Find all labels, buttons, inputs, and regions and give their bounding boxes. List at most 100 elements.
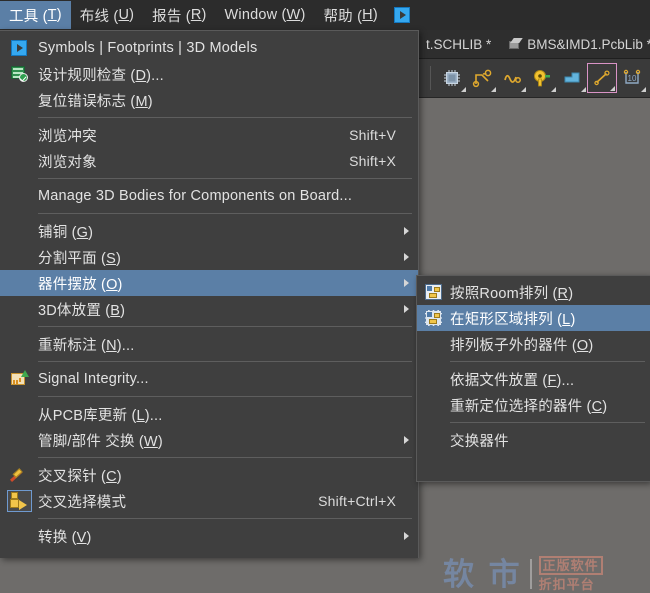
signal-integrity-icon xyxy=(11,371,28,387)
arrange-rect-icon xyxy=(425,310,442,326)
menu-item-label: 管脚/部件 交换 (W) xyxy=(38,430,418,451)
menu-item-label: 3D体放置 (B) xyxy=(38,299,418,320)
dropdown-corner-marker xyxy=(610,86,615,91)
menu-separator xyxy=(38,178,412,179)
menubar-item-tools[interactable]: 工具 (T) xyxy=(0,1,71,29)
dropdown-corner-marker xyxy=(461,87,466,92)
place-differential-pair-icon[interactable] xyxy=(497,63,527,93)
application-root: 软 市 正版软件 折扣平台 xyxy=(0,0,650,558)
menu-separator xyxy=(450,422,645,423)
menubar-item-route[interactable]: 布线 (U) xyxy=(71,1,143,29)
menu-item-label: 分割平面 (S) xyxy=(38,247,418,268)
menu-item-signal-integrity[interactable]: Signal Integrity... xyxy=(0,366,418,392)
menu-item-icon-slot xyxy=(0,148,38,174)
menu-item-3d-body-placement[interactable]: 3D体放置 (B) xyxy=(0,296,418,322)
menu-item-pin-part-swapping[interactable]: 管脚/部件 交换 (W) xyxy=(0,427,418,453)
menu-separator xyxy=(38,117,412,118)
place-component-icon[interactable] xyxy=(437,63,467,93)
menu-item-component-placement[interactable]: 器件摆放 (O) xyxy=(0,270,418,296)
place-pad-icon[interactable] xyxy=(527,63,557,93)
menubar: 工具 (T) 布线 (U) 报告 (R) Window (W) 帮助 (H) xyxy=(0,0,650,30)
menu-item-convert[interactable]: 转换 (V) xyxy=(0,523,418,549)
menu-item-icon-slot xyxy=(0,296,38,322)
place-dimension-icon[interactable]: 10 xyxy=(617,63,647,93)
menu-item-icon-slot xyxy=(417,331,450,357)
chevron-right-icon xyxy=(404,253,409,261)
menu-item-label: 器件摆放 (O) xyxy=(38,273,418,294)
menu-item-shortcut: Shift+Ctrl+X xyxy=(318,493,396,509)
menu-item-label: 交换器件 xyxy=(450,430,650,451)
watermark-divider xyxy=(530,559,532,589)
menu-item-icon-slot xyxy=(0,270,38,296)
menu-item-browse-violations[interactable]: 浏览冲突 Shift+V xyxy=(0,122,418,148)
menubar-item-mnemonic: R xyxy=(191,7,202,23)
submenu-item-arrange-outside-board[interactable]: 排列板子外的器件 (O) xyxy=(417,331,650,357)
menu-item-icon-slot xyxy=(0,35,38,61)
play-box-icon xyxy=(11,40,27,56)
submenu-item-place-from-file[interactable]: 依据文件放置 (F)... xyxy=(417,366,650,392)
submenu-item-reposition-selected-components[interactable]: 重新定位选择的器件 (C) xyxy=(417,392,650,418)
document-tab-schlib[interactable]: t.SCHLIB * xyxy=(418,30,499,59)
menubar-item-mnemonic: H xyxy=(362,7,373,23)
menu-item-manage-3d-bodies[interactable]: Manage 3D Bodies for Components on Board… xyxy=(0,183,418,209)
component-placement-submenu: 按照Room排列 (R) 在矩形区域排列 (L) 排列板子外的器件 (O) 依据… xyxy=(416,275,650,482)
menu-item-label: Symbols | Footprints | 3D Models xyxy=(38,40,418,56)
menubar-overflow-button[interactable] xyxy=(391,5,413,25)
document-tab-label: t.SCHLIB * xyxy=(426,37,491,52)
watermark: 软 市 正版软件 折扣平台 xyxy=(443,556,603,593)
menu-item-icon-slot xyxy=(417,366,450,392)
chevron-right-icon xyxy=(404,305,409,313)
menu-item-symbols-footprints-3d-models[interactable]: Symbols | Footprints | 3D Models xyxy=(0,35,418,61)
place-line-icon[interactable] xyxy=(587,63,617,93)
chevron-right-icon xyxy=(404,279,409,287)
menu-item-icon-slot xyxy=(0,401,38,427)
menu-item-label: 重新标注 (N)... xyxy=(38,334,418,355)
menubar-item-text: Window ( xyxy=(225,7,287,23)
menu-item-icon-slot xyxy=(0,87,38,113)
submenu-item-swap-components[interactable]: 交换器件 xyxy=(417,427,650,453)
submenu-item-arrange-within-room[interactable]: 按照Room排列 (R) xyxy=(417,279,650,305)
chevron-right-icon xyxy=(404,227,409,235)
menu-item-icon-slot xyxy=(0,122,38,148)
document-tab-pcblib[interactable]: BMS&IMD1.PcbLib * xyxy=(499,30,650,59)
menubar-item-mnemonic: W xyxy=(287,7,301,23)
menu-separator xyxy=(38,326,412,327)
menu-item-cross-probe[interactable]: 交叉探针 (C) xyxy=(0,462,418,488)
menu-item-icon-slot xyxy=(0,366,38,392)
menu-item-split-planes[interactable]: 分割平面 (S) xyxy=(0,244,418,270)
menu-item-cross-select-mode[interactable]: 交叉选择模式 Shift+Ctrl+X xyxy=(0,488,418,514)
menubar-item-window[interactable]: Window (W) xyxy=(216,1,315,29)
menu-item-label: 交叉选择模式 xyxy=(38,491,318,512)
dropdown-corner-marker xyxy=(491,87,496,92)
menu-item-label: 复位错误标志 (M) xyxy=(38,90,418,111)
menu-separator xyxy=(38,518,412,519)
menu-item-label: Signal Integrity... xyxy=(38,371,418,387)
menu-item-reset-error-markers[interactable]: 复位错误标志 (M) xyxy=(0,87,418,113)
menu-item-icon-slot xyxy=(0,183,38,209)
menubar-item-text: 工具 ( xyxy=(9,5,48,26)
menubar-item-help[interactable]: 帮助 (H) xyxy=(314,1,386,29)
menubar-item-mnemonic: T xyxy=(48,7,57,23)
menu-item-re-annotate[interactable]: 重新标注 (N)... xyxy=(0,331,418,357)
menu-item-label: 在矩形区域排列 (L) xyxy=(450,308,650,329)
cross-select-icon-frame xyxy=(7,490,32,512)
menubar-item-text: 布线 ( xyxy=(80,5,119,26)
place-interactive-route-icon[interactable] xyxy=(467,63,497,93)
menu-item-label: 按照Room排列 (R) xyxy=(450,282,650,303)
menubar-item-text: 报告 ( xyxy=(152,5,191,26)
menu-item-polygon-pours[interactable]: 铺铜 (G) xyxy=(0,218,418,244)
menu-item-shortcut: Shift+V xyxy=(349,127,396,143)
menu-item-label: 转换 (V) xyxy=(38,526,418,547)
play-box-icon xyxy=(394,7,410,23)
menu-item-update-from-pcb-library[interactable]: 从PCB库更新 (L)... xyxy=(0,401,418,427)
place-polygon-icon[interactable] xyxy=(557,63,587,93)
menubar-item-tail: ) xyxy=(201,7,206,23)
menu-item-design-rule-check[interactable]: 设计规则检查 (D)... xyxy=(0,61,418,87)
menubar-item-reports[interactable]: 报告 (R) xyxy=(143,1,215,29)
menubar-item-tail: ) xyxy=(129,7,134,23)
menu-item-browse-objects[interactable]: 浏览对象 Shift+X xyxy=(0,148,418,174)
menu-item-shortcut: Shift+X xyxy=(349,153,396,169)
submenu-item-arrange-within-rectangle[interactable]: 在矩形区域排列 (L) xyxy=(417,305,650,331)
menu-item-icon-slot xyxy=(0,427,38,453)
dropdown-corner-marker xyxy=(521,87,526,92)
